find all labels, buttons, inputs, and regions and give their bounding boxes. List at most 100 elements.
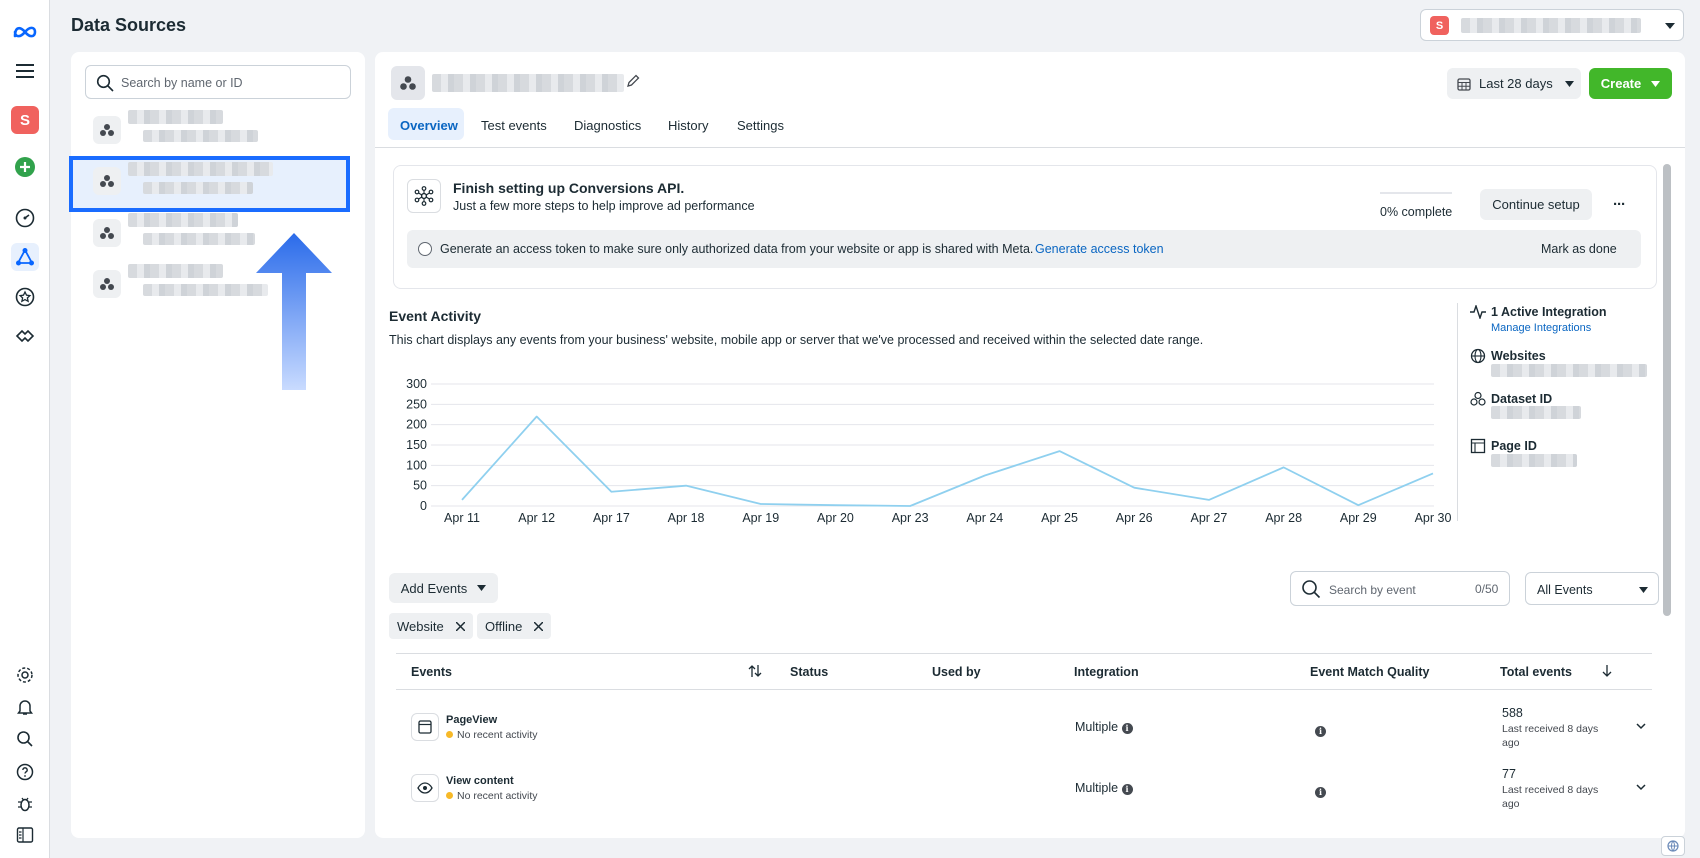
tab-history[interactable]: History bbox=[668, 118, 708, 133]
table-row[interactable]: PageView No recent activity Multiple i i… bbox=[396, 697, 1652, 757]
search-icon[interactable] bbox=[11, 725, 39, 753]
close-icon[interactable] bbox=[455, 621, 465, 631]
mark-as-done-button[interactable]: Mark as done bbox=[1541, 242, 1617, 256]
data-sources-icon[interactable] bbox=[11, 243, 39, 271]
add-events-button[interactable]: Add Events bbox=[389, 573, 498, 603]
col-used-by: Used by bbox=[932, 665, 981, 679]
notifications-bell-icon[interactable] bbox=[11, 693, 39, 721]
event-total: 77 bbox=[1502, 767, 1516, 781]
page-title: Data Sources bbox=[71, 15, 187, 35]
tab-overview[interactable]: Overview bbox=[400, 118, 458, 133]
source-item[interactable] bbox=[83, 104, 353, 154]
event-name: View content bbox=[446, 775, 514, 787]
table-row[interactable]: View content No recent activity Multiple… bbox=[396, 758, 1652, 818]
network-hub-icon bbox=[407, 179, 441, 213]
info-icon[interactable]: i bbox=[1315, 726, 1326, 737]
scrollbar-thumb[interactable] bbox=[1663, 164, 1671, 616]
source-name-redacted bbox=[128, 213, 238, 227]
settings-gear-icon[interactable] bbox=[11, 661, 39, 689]
tabs-divider bbox=[375, 147, 1685, 148]
event-search-placeholder: Search by event bbox=[1329, 583, 1416, 597]
tab-settings[interactable]: Settings bbox=[737, 118, 784, 133]
emq-info[interactable]: i bbox=[1315, 722, 1326, 737]
create-button[interactable]: Create bbox=[1589, 68, 1672, 99]
event-filter-dropdown[interactable]: All Events bbox=[1525, 572, 1659, 605]
event-search-input[interactable]: Search by event 0/50 bbox=[1290, 571, 1510, 606]
info-icon[interactable]: i bbox=[1121, 784, 1133, 795]
chevron-down-icon bbox=[477, 585, 487, 591]
table-top-border bbox=[396, 653, 1652, 654]
x-tick-label: Apr 30 bbox=[1415, 511, 1452, 525]
x-tick-label: Apr 17 bbox=[593, 511, 630, 525]
x-tick-label: Apr 18 bbox=[668, 511, 705, 525]
source-id-redacted bbox=[143, 233, 255, 245]
add-icon[interactable] bbox=[11, 153, 39, 181]
x-tick-label: Apr 29 bbox=[1340, 511, 1377, 525]
account-avatar[interactable]: S bbox=[11, 106, 39, 134]
search-icon bbox=[1302, 580, 1321, 599]
event-status-text: No recent activity bbox=[457, 729, 538, 741]
chevron-down-icon bbox=[1639, 587, 1648, 593]
sidebar-toggle-icon[interactable] bbox=[11, 821, 39, 849]
chevron-down-icon bbox=[1665, 23, 1675, 29]
manage-integrations-link[interactable]: Manage Integrations bbox=[1491, 322, 1591, 334]
event-integration: Multiple i bbox=[1075, 720, 1133, 734]
language-globe-icon[interactable] bbox=[1661, 836, 1685, 856]
activity-title: Event Activity bbox=[389, 308, 482, 324]
chevron-down-icon[interactable] bbox=[1636, 723, 1646, 730]
info-icon[interactable]: i bbox=[1121, 723, 1133, 734]
event-last-received: Last received 8 days ago bbox=[1502, 723, 1599, 749]
tab-diagnostics[interactable]: Diagnostics bbox=[574, 118, 641, 133]
generate-token-link[interactable]: Generate access token bbox=[1035, 242, 1164, 256]
annotation-arrow-up bbox=[256, 233, 332, 390]
filter-chip-offline: Offline bbox=[477, 613, 552, 639]
emq-info[interactable]: i bbox=[1315, 783, 1326, 798]
tab-test-events[interactable]: Test events bbox=[481, 118, 547, 133]
activity-pulse-icon bbox=[1470, 305, 1486, 319]
dataset-name-redacted bbox=[432, 74, 624, 92]
account-badge: S bbox=[1430, 16, 1449, 35]
dashboard-icon[interactable] bbox=[11, 204, 39, 232]
menu-icon[interactable] bbox=[11, 57, 39, 85]
bug-report-icon[interactable] bbox=[11, 790, 39, 818]
source-id-redacted bbox=[143, 284, 268, 296]
websites-value-redacted bbox=[1491, 364, 1647, 377]
star-badge-icon[interactable] bbox=[11, 283, 39, 311]
date-range-dropdown[interactable]: Last 28 days bbox=[1447, 68, 1581, 99]
edit-pencil-icon[interactable] bbox=[626, 74, 640, 88]
integration-value: Multiple bbox=[1075, 781, 1119, 795]
dataset-icon bbox=[93, 219, 121, 247]
source-item-selected[interactable] bbox=[83, 155, 353, 205]
page-id-label: Page ID bbox=[1491, 439, 1537, 453]
sort-icon[interactable] bbox=[748, 664, 762, 678]
info-icon[interactable]: i bbox=[1315, 787, 1326, 798]
search-sources-input[interactable]: Search by name or ID bbox=[85, 65, 351, 99]
setup-progress-bar bbox=[1380, 192, 1452, 194]
help-icon[interactable] bbox=[11, 758, 39, 786]
y-tick-label: 300 bbox=[406, 377, 427, 391]
x-tick-label: Apr 27 bbox=[1191, 511, 1228, 525]
event-total: 588 bbox=[1502, 706, 1523, 720]
task-radio[interactable] bbox=[418, 242, 432, 256]
search-placeholder: Search by name or ID bbox=[121, 76, 243, 90]
dataset-avatar-icon bbox=[391, 66, 425, 100]
col-event-match-quality: Event Match Quality bbox=[1310, 665, 1430, 679]
event-status: No recent activity bbox=[446, 729, 538, 741]
source-name-redacted bbox=[128, 110, 223, 124]
y-tick-label: 0 bbox=[420, 499, 427, 513]
avatar-letter: S bbox=[11, 106, 39, 134]
task-text: Generate an access token to make sure on… bbox=[440, 242, 1034, 256]
dataset-icon bbox=[1470, 391, 1486, 406]
event-integration: Multiple i bbox=[1075, 781, 1133, 795]
meta-logo-icon[interactable] bbox=[11, 18, 39, 46]
status-dot bbox=[446, 731, 453, 738]
status-dot bbox=[446, 792, 453, 799]
sort-down-icon[interactable] bbox=[1602, 664, 1612, 678]
close-icon[interactable] bbox=[534, 621, 544, 631]
chevron-down-icon[interactable] bbox=[1636, 784, 1646, 791]
partnership-icon[interactable] bbox=[11, 322, 39, 350]
eye-icon bbox=[411, 774, 439, 802]
account-selector[interactable]: S bbox=[1420, 9, 1684, 41]
more-options-icon[interactable]: ··· bbox=[1613, 196, 1626, 213]
continue-setup-button[interactable]: Continue setup bbox=[1480, 189, 1592, 220]
